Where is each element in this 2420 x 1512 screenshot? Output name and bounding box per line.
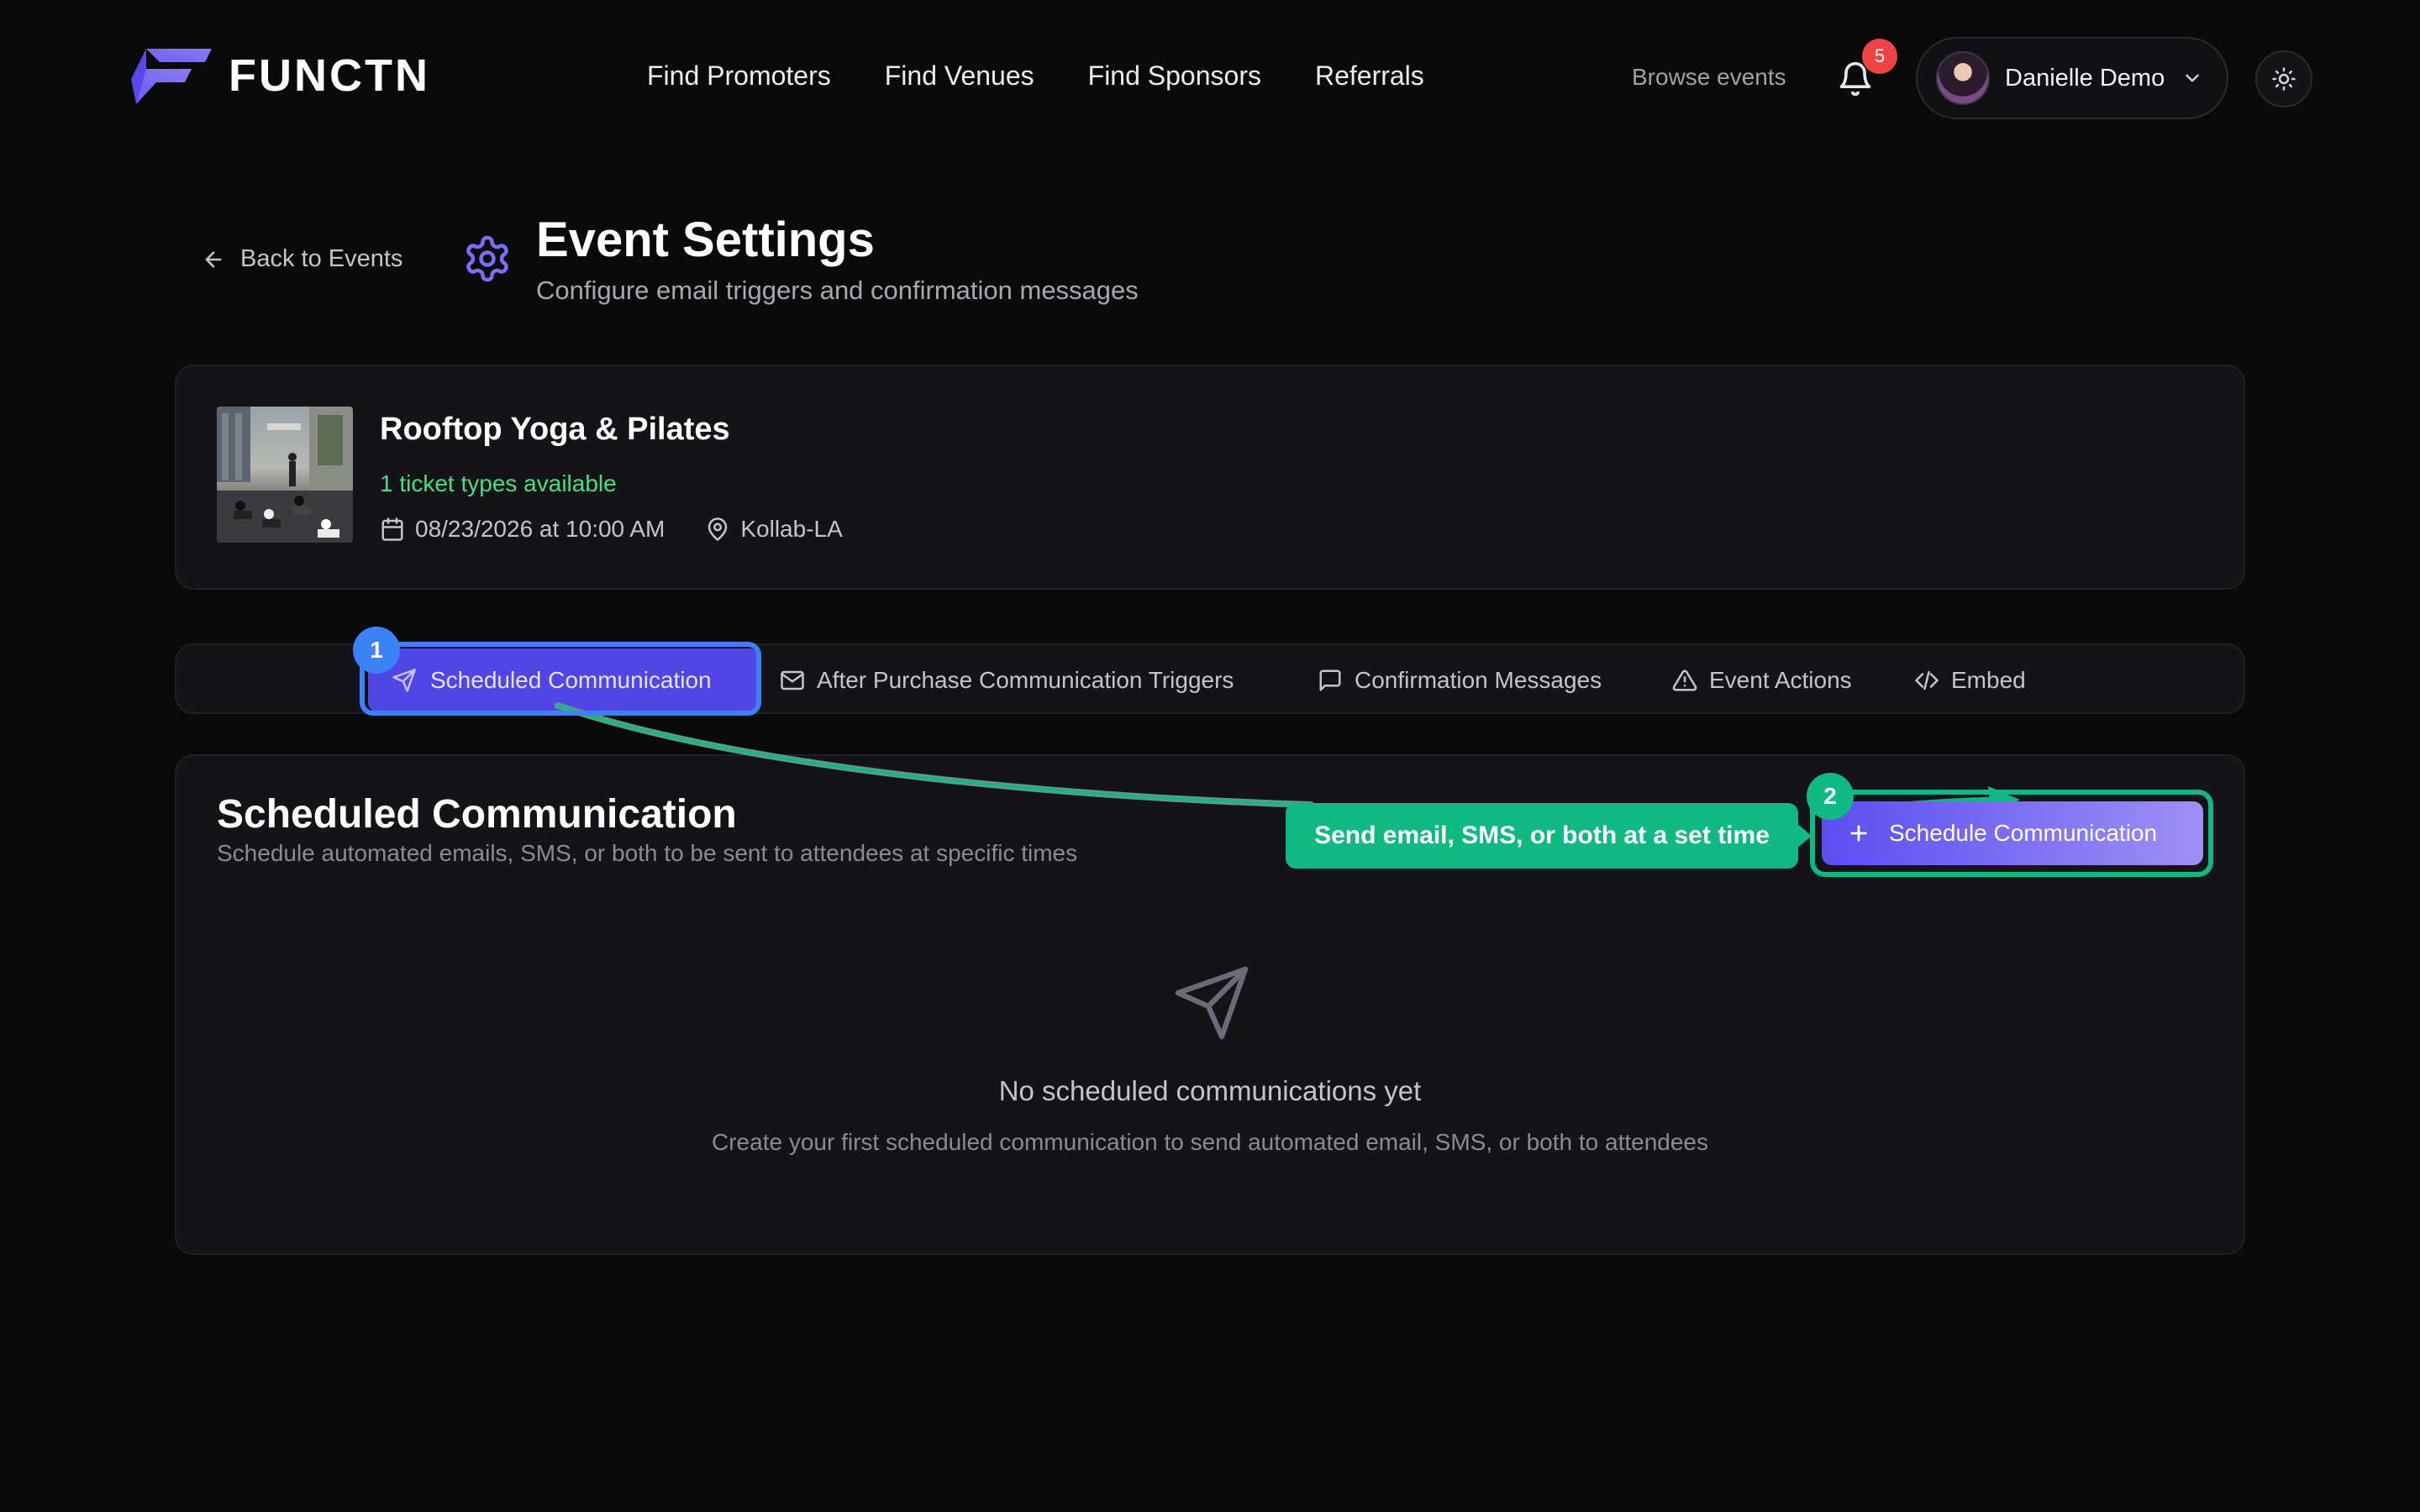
- empty-state-title: No scheduled communications yet: [998, 1075, 1422, 1106]
- page-subtitle: Configure email triggers and confirmatio…: [536, 276, 1139, 305]
- plus-icon: [1847, 822, 1870, 845]
- notification-count-badge: 5: [1862, 39, 1897, 74]
- tab-label: Event Actions: [1709, 667, 1852, 693]
- event-meta: 08/23/2026 at 10:00 AM Kollab-LA: [380, 516, 843, 543]
- empty-state-subtitle: Create your first scheduled communicatio…: [712, 1129, 1708, 1155]
- tab-after-purchase-triggers[interactable]: After Purchase Communication Triggers: [780, 645, 1234, 716]
- nav-find-venues[interactable]: Find Venues: [885, 60, 1034, 92]
- tab-label: Scheduled Communication: [430, 667, 712, 693]
- user-name: Danielle Demo: [2005, 64, 2165, 92]
- tab-scheduled-communication[interactable]: Scheduled Communication: [368, 648, 760, 712]
- sun-icon: [2271, 66, 2296, 92]
- calendar-icon: [380, 517, 405, 542]
- user-menu-button[interactable]: Danielle Demo: [1916, 37, 2228, 119]
- arrow-left-icon: [202, 248, 225, 271]
- code-icon: [1914, 668, 1939, 693]
- brand-logo[interactable]: FUNCTN: [128, 45, 430, 106]
- tab-event-actions[interactable]: Event Actions: [1672, 645, 1852, 716]
- gear-icon: [462, 234, 513, 284]
- section-subtitle: Schedule automated emails, SMS, or both …: [217, 840, 1078, 866]
- browse-events-link[interactable]: Browse events: [1632, 64, 1786, 91]
- map-pin-icon: [705, 517, 730, 542]
- top-header: FUNCTN Find Promoters Find Venues Find S…: [0, 0, 2420, 160]
- theme-toggle-button[interactable]: [2255, 50, 2312, 108]
- back-to-events-button[interactable]: Back to Events: [202, 245, 402, 273]
- callout-tooltip: Send email, SMS, or both at a set time: [1286, 803, 1798, 869]
- schedule-communication-button[interactable]: Schedule Communication: [1822, 801, 2203, 865]
- step-marker-1: 1: [353, 627, 400, 674]
- event-thumbnail: [217, 407, 353, 543]
- event-summary-card: Rooftop Yoga & Pilates 1 ticket types av…: [175, 365, 2245, 590]
- event-datetime: 08/23/2026 at 10:00 AM: [415, 516, 666, 542]
- page-title: Event Settings: [536, 213, 875, 267]
- chevron-down-icon: [2181, 67, 2203, 89]
- mail-icon: [780, 668, 805, 693]
- main-nav: Find Promoters Find Venues Find Sponsors…: [647, 60, 1424, 92]
- alert-triangle-icon: [1672, 668, 1697, 693]
- event-location: Kollab-LA: [740, 516, 843, 542]
- nav-find-sponsors[interactable]: Find Sponsors: [1088, 60, 1261, 92]
- settings-tabs: Scheduled Communication After Purchase C…: [175, 643, 2245, 714]
- tab-label: After Purchase Communication Triggers: [817, 667, 1234, 693]
- tab-embed[interactable]: Embed: [1914, 645, 2026, 716]
- message-square-icon: [1318, 668, 1343, 693]
- back-label: Back to Events: [240, 245, 403, 272]
- ticket-types-count: 1 ticket types available: [380, 470, 617, 496]
- send-icon: [1171, 963, 1252, 1043]
- send-icon: [392, 668, 417, 693]
- tab-confirmation-messages[interactable]: Confirmation Messages: [1318, 645, 1602, 716]
- section-title: Scheduled Communication: [217, 792, 737, 837]
- logo-mark-icon: [128, 45, 215, 106]
- button-label: Schedule Communication: [1889, 820, 2158, 846]
- tab-label: Confirmation Messages: [1355, 667, 1602, 693]
- tab-label: Embed: [1951, 667, 2026, 693]
- nav-referrals[interactable]: Referrals: [1315, 60, 1424, 92]
- step-marker-2: 2: [1807, 773, 1854, 820]
- avatar: [1936, 51, 1990, 105]
- brand-name: FUNCTN: [229, 50, 430, 101]
- nav-find-promoters[interactable]: Find Promoters: [647, 60, 831, 92]
- event-title: Rooftop Yoga & Pilates: [380, 412, 730, 447]
- callout-tail: [1795, 822, 1812, 850]
